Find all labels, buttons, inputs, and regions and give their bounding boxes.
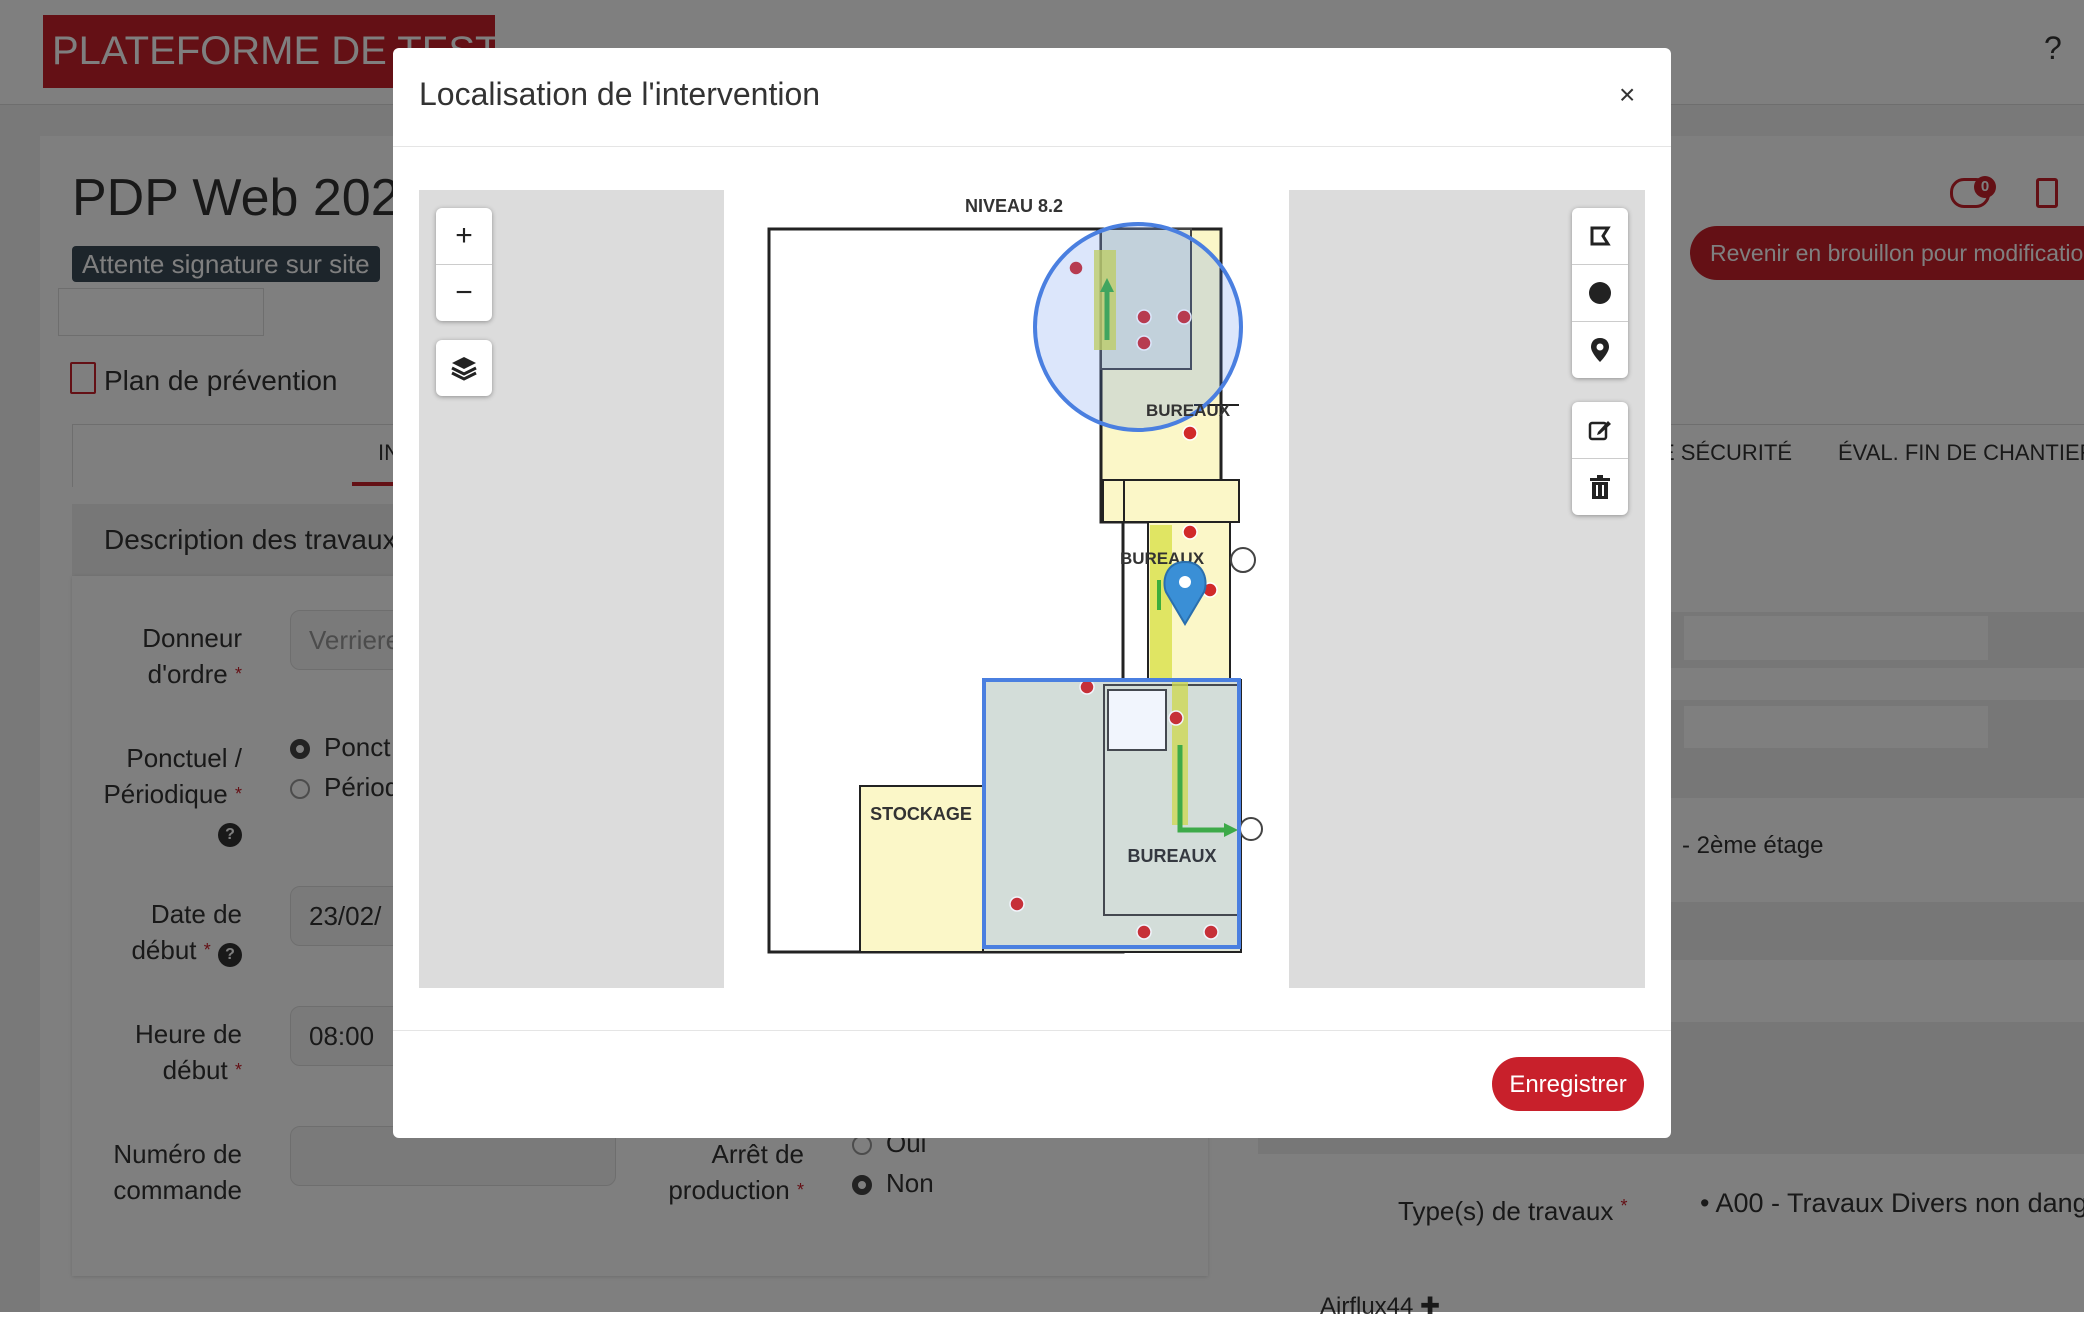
trash-icon [1590,475,1610,499]
edit-layers-button[interactable] [1572,402,1628,458]
level-title: NIVEAU 8.2 [965,196,1063,216]
zoom-out-button[interactable]: − [436,265,492,321]
delete-layers-button[interactable] [1572,459,1628,515]
circle-icon [1589,282,1611,304]
close-icon[interactable]: × [1619,78,1635,112]
draw-circle-button[interactable] [1572,265,1628,321]
layers-icon [451,357,477,381]
edit-toolbar [1572,402,1628,515]
drawn-circle-shape[interactable] [1033,222,1243,432]
localisation-modal: Localisation de l'intervention × NIVEAU … [393,48,1671,1138]
floorplan-svg: NIVEAU 8.2 BUREAUX STOCKAGE BUREAUX [767,196,1263,954]
floorplan-image: NIVEAU 8.2 BUREAUX STOCKAGE BUREAUX [724,190,1289,988]
floorplan-label: STOCKAGE [870,804,972,824]
draw-polygon-button[interactable] [1572,208,1628,264]
map-marker-icon [1591,338,1609,362]
zoom-controls: + − [436,208,492,321]
modal-header: Localisation de l'intervention × [393,48,1671,147]
save-button[interactable]: Enregistrer [1492,1057,1644,1111]
floorplan-label: BUREAUX [1146,401,1231,420]
layers-button[interactable] [436,340,492,396]
polygon-icon [1590,226,1611,246]
drawn-rectangle-shape[interactable] [982,678,1241,949]
zoom-in-button[interactable]: + [436,208,492,264]
modal-title: Localisation de l'intervention [419,76,821,112]
draw-marker-button[interactable] [1572,322,1628,378]
modal-footer [393,1030,1671,1139]
edit-icon [1588,421,1611,441]
map-canvas[interactable]: NIVEAU 8.2 BUREAUX STOCKAGE BUREAUX + − [419,190,1645,988]
draw-toolbar [1572,208,1628,378]
layers-control [436,340,492,396]
